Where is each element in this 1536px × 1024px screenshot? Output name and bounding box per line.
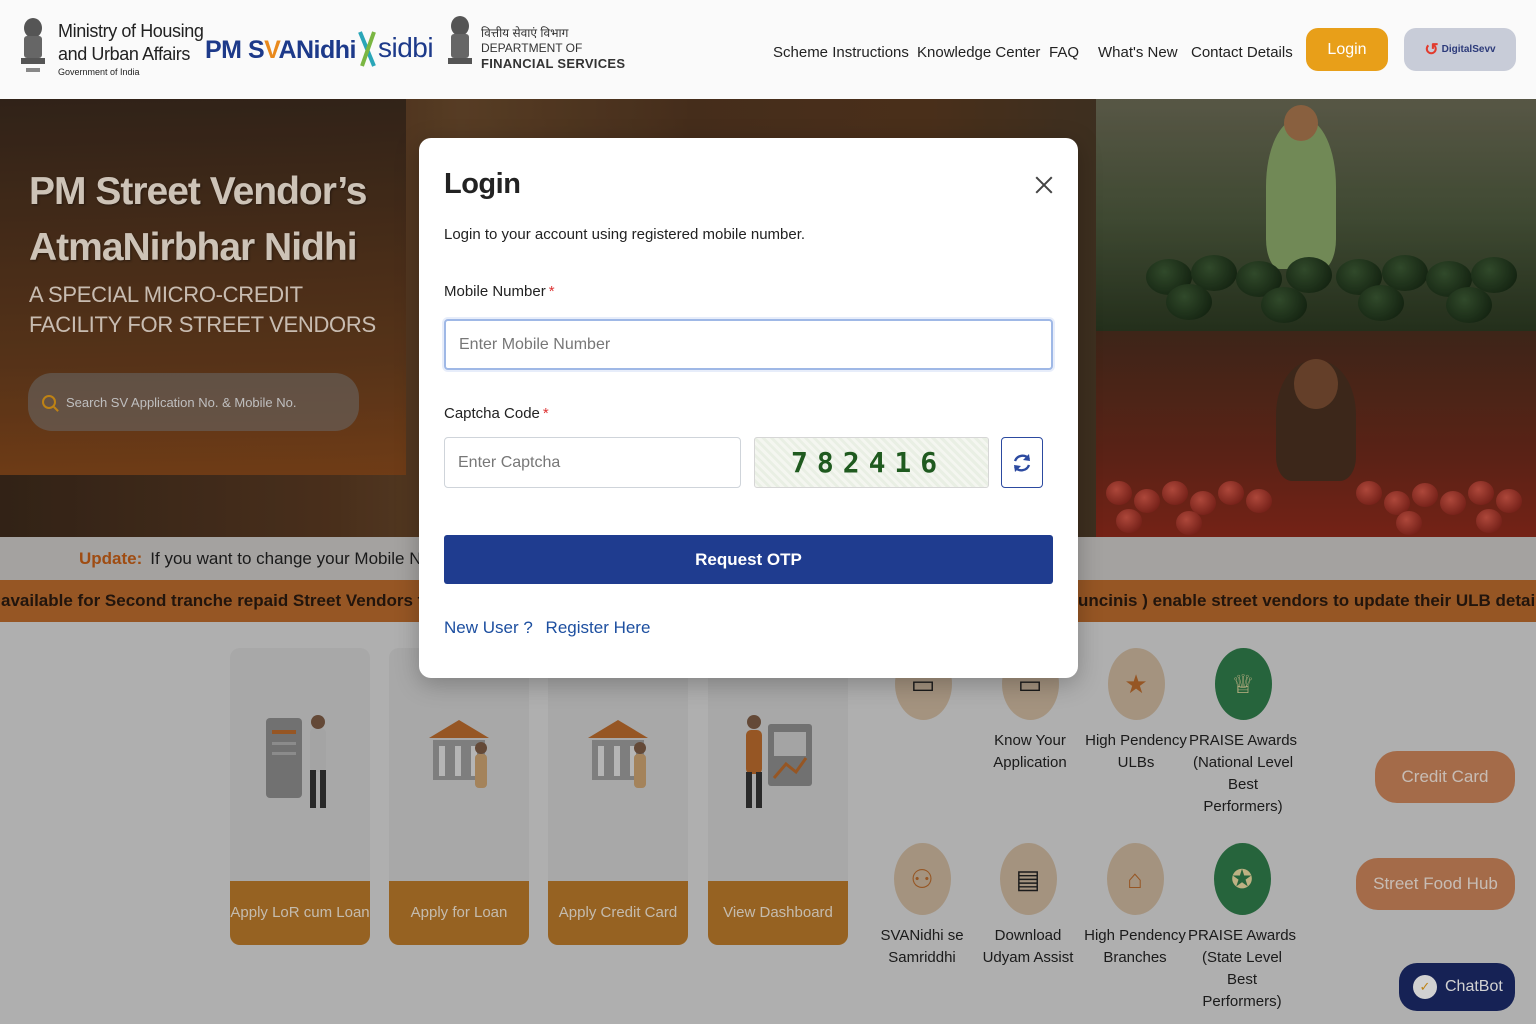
captcha-input[interactable] xyxy=(444,437,741,488)
login-modal: Login Login to your account using regist… xyxy=(419,138,1078,678)
request-otp-button[interactable]: Request OTP xyxy=(444,535,1053,584)
header-login-button[interactable]: Login xyxy=(1306,28,1388,71)
refresh-icon xyxy=(1013,453,1031,472)
pm-svanidhi-logo[interactable]: PM SVANidhi xyxy=(205,36,356,65)
site-header: Ministry of Housing and Urban Affairs Go… xyxy=(0,0,1536,99)
close-icon[interactable] xyxy=(1031,172,1057,198)
nav-whats-new[interactable]: What's New xyxy=(1098,44,1178,61)
national-emblem-icon xyxy=(21,18,45,72)
mobile-number-label: Mobile Number * xyxy=(444,283,555,300)
register-here-link[interactable]: Register Here xyxy=(546,618,651,637)
sidbi-logo-text: sidbi xyxy=(378,32,434,63)
nav-scheme-instructions[interactable]: Scheme Instructions xyxy=(773,44,909,61)
ministry-title: Ministry of Housing and Urban Affairs Go… xyxy=(58,21,204,77)
nav-contact-details[interactable]: Contact Details xyxy=(1191,44,1293,61)
dfs-logo-text: वित्तीय सेवाएं विभाग DEPARTMENT OF FINAN… xyxy=(481,26,626,71)
nav-faq[interactable]: FAQ xyxy=(1049,44,1079,61)
new-user-link[interactable]: New User ? xyxy=(444,618,533,637)
nav-knowledge-center[interactable]: Knowledge Center xyxy=(917,44,1040,61)
captcha-code-label: Captcha Code * xyxy=(444,405,549,422)
digisevv-logo-icon: ↺ xyxy=(1424,39,1439,59)
refresh-captcha-button[interactable] xyxy=(1001,437,1043,488)
captcha-image: 782416 xyxy=(754,437,989,488)
dfs-emblem-icon xyxy=(448,16,472,64)
mobile-number-input[interactable] xyxy=(444,319,1053,370)
modal-description: Login to your account using registered m… xyxy=(444,226,806,243)
digisevv-button[interactable]: ↺ DigitalSevv xyxy=(1404,28,1516,71)
modal-title: Login xyxy=(444,168,521,200)
modal-footer: New User ? Register Here xyxy=(444,618,650,638)
